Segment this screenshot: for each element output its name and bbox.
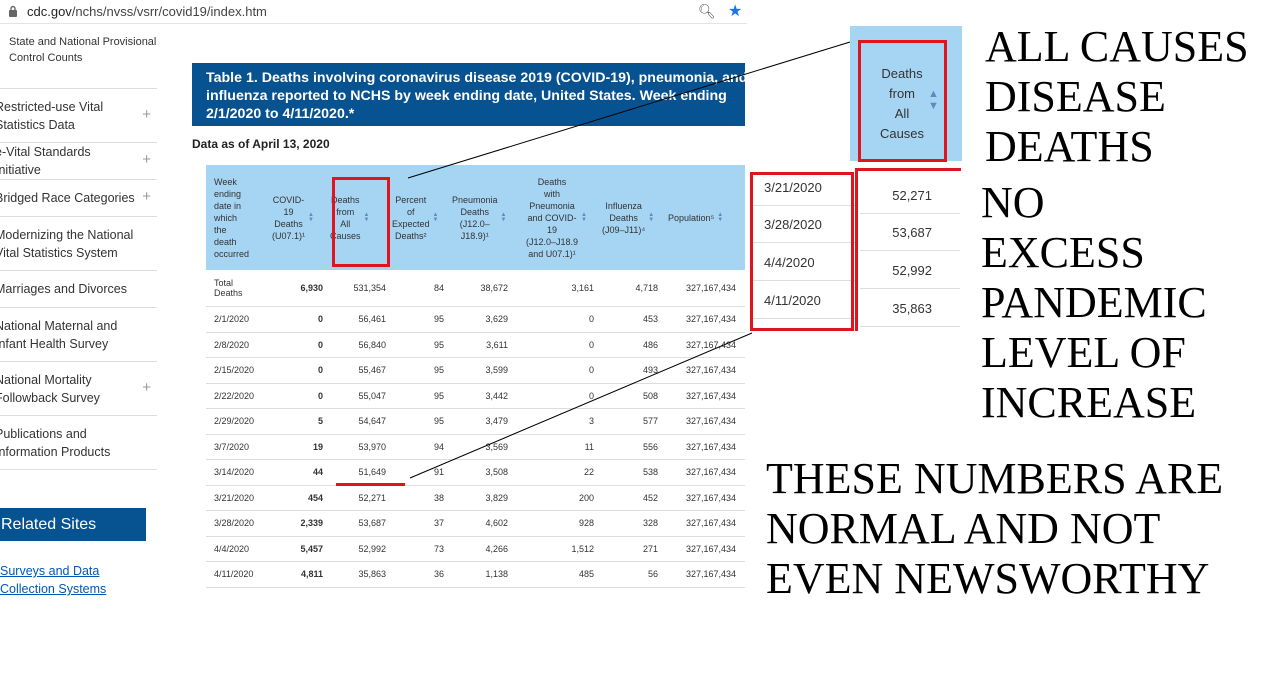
annotation-line: LEVEL OF (981, 328, 1186, 377)
annotation-normal: THESE NUMBERS ARE NORMAL AND NOT EVEN NE… (766, 454, 1223, 604)
annotation-line: NORMAL AND NOT (766, 504, 1161, 553)
highlight-zoom-dates (750, 172, 854, 331)
annotation-line: THESE NUMBERS ARE (766, 454, 1224, 503)
highlight-zoom-header (858, 40, 947, 162)
annotation-line: INCREASE (981, 378, 1197, 427)
annotation-all-causes: ALL CAUSES DISEASE DEATHS (985, 22, 1249, 172)
highlight-zoom-values (855, 168, 961, 331)
annotation-line: ALL CAUSES (985, 22, 1249, 71)
annotation-line: DISEASE (985, 72, 1166, 121)
annotation-line: EXCESS (981, 228, 1145, 277)
annotation-no-excess: NO EXCESS PANDEMIC LEVEL OF INCREASE (981, 178, 1207, 428)
annotation-line: DEATHS (985, 122, 1154, 171)
annotation-line: EVEN NEWSWORTHY (766, 554, 1210, 603)
annotation-line: NO (981, 178, 1045, 227)
annotation-line: PANDEMIC (981, 278, 1207, 327)
connector-line-rows (409, 332, 753, 479)
connector-line-header (407, 41, 851, 179)
